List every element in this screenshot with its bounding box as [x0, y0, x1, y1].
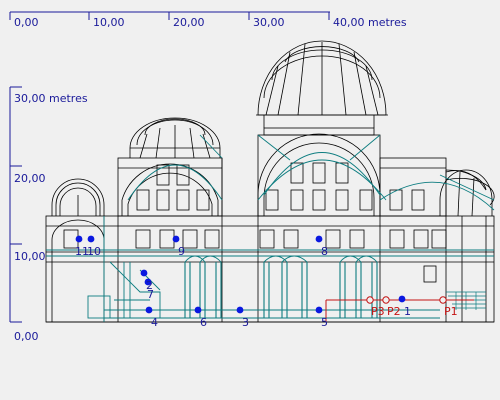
elevation-drawing: 0,00 10,00 20,00 30,00 40,00 metres 0,00…: [9, 11, 495, 343]
measurement-point[interactable]: [315, 306, 323, 314]
scale-y-tick: 20,00: [14, 172, 46, 185]
scale-x-tick: 10,00: [93, 16, 125, 29]
point-label: 3: [242, 316, 249, 329]
vertical-scale-labels: 0,00 10,00 20,00 30,00 metres: [14, 92, 88, 343]
speaker-marker[interactable]: [382, 296, 390, 304]
building-elevation: [45, 40, 495, 323]
measurement-point[interactable]: [75, 235, 83, 243]
point-label: 4: [151, 316, 158, 329]
point-label: 9: [178, 245, 185, 258]
measurement-point[interactable]: [172, 235, 180, 243]
speaker-marker[interactable]: [439, 296, 447, 304]
point-label: 6: [200, 316, 207, 329]
measurement-point[interactable]: [87, 235, 95, 243]
measurement-point[interactable]: [140, 269, 148, 277]
measurement-point[interactable]: [194, 306, 202, 314]
speaker-label: P2: [387, 305, 401, 318]
point-label: 8: [321, 245, 328, 258]
speaker-label: P3: [371, 305, 385, 318]
measurement-point[interactable]: [145, 306, 153, 314]
measurement-point[interactable]: [236, 306, 244, 314]
speaker-marker[interactable]: [366, 296, 374, 304]
point-label: 1: [404, 305, 411, 318]
point-label: 11: [75, 245, 89, 258]
measurement-point[interactable]: [315, 235, 323, 243]
point-label: 5: [321, 316, 328, 329]
scale-x-tick: 0,00: [14, 16, 39, 29]
measurement-point[interactable]: [398, 295, 406, 303]
point-label: 10: [87, 245, 101, 258]
horizontal-scale-labels: 0,00 10,00 20,00 30,00 40,00 metres: [14, 16, 407, 29]
scale-x-tick: 20,00: [173, 16, 205, 29]
scale-x-tick: 40,00 metres: [333, 16, 407, 29]
scale-x-tick: 30,00: [253, 16, 285, 29]
interior-section-lines: [46, 134, 495, 322]
point-label: 7: [147, 288, 154, 301]
scale-y-tick: 10,00: [14, 250, 46, 263]
speaker-label: P1: [444, 305, 458, 318]
vertical-scale: [9, 86, 22, 323]
scale-y-tick: 0,00: [14, 330, 39, 343]
scale-y-tick: 30,00 metres: [14, 92, 88, 105]
